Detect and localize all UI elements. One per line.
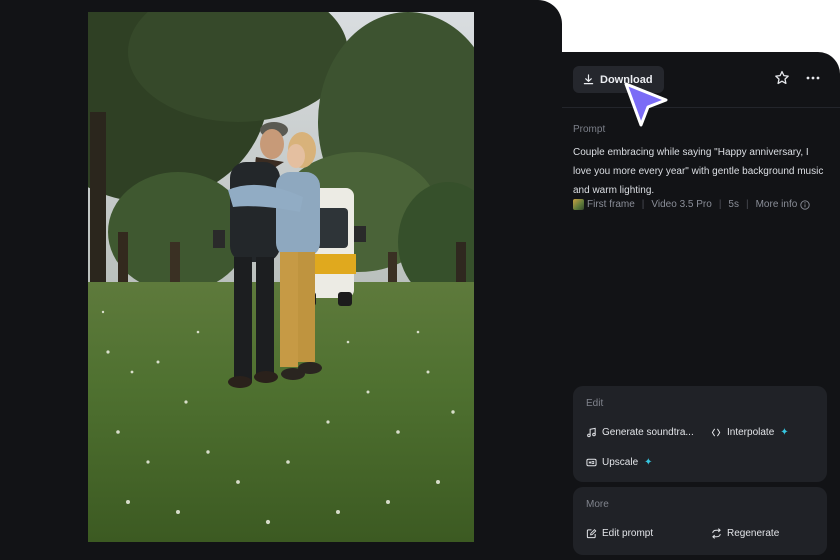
more-section: More Edit prompt Regenerate xyxy=(573,487,827,555)
more-section-title: More xyxy=(586,499,609,510)
generate-soundtrack-button[interactable]: Generate soundtra... xyxy=(586,427,694,438)
edit-section-title: Edit xyxy=(586,398,604,409)
regenerate-label: Regenerate xyxy=(727,528,780,539)
sparkle-icon: ✦ xyxy=(644,457,653,468)
edit-section: Edit Generate soundtra... Interpolate ✦ … xyxy=(573,386,827,482)
couple-photo xyxy=(88,12,474,542)
duration-label: 5s xyxy=(728,199,739,210)
upscale-button[interactable]: Upscale ✦ xyxy=(586,457,653,468)
interpolate-icon xyxy=(711,428,721,437)
regenerate-icon xyxy=(712,528,721,539)
prompt-text: Couple embracing while saying "Happy ann… xyxy=(573,147,824,196)
sparkle-icon: ✦ xyxy=(780,427,789,438)
interpolate-label: Interpolate xyxy=(727,427,775,438)
cursor-pointer-icon xyxy=(624,82,668,127)
first-frame-thumbnail xyxy=(573,199,584,210)
upscale-icon xyxy=(586,458,597,467)
prompt-label: Prompt xyxy=(573,124,606,135)
generation-meta: First frame | Video 3.5 Pro | 5s | More … xyxy=(573,199,810,210)
edit-prompt-icon xyxy=(586,529,597,539)
first-frame-label[interactable]: First frame xyxy=(587,199,635,210)
generate-soundtrack-label: Generate soundtra... xyxy=(602,427,694,438)
download-icon xyxy=(583,74,594,85)
details-panel: Download Prompt Couple embracing while s… xyxy=(562,52,840,560)
upscale-label: Upscale xyxy=(602,457,639,468)
music-note-icon xyxy=(587,427,596,438)
more-info-link[interactable]: More info xyxy=(756,199,798,210)
interpolate-button[interactable]: Interpolate ✦ xyxy=(711,427,789,438)
model-label: Video 3.5 Pro xyxy=(651,199,712,210)
preview-card xyxy=(0,0,562,560)
toolbar: Download xyxy=(562,52,840,108)
info-icon[interactable] xyxy=(800,199,810,210)
star-icon[interactable] xyxy=(774,70,790,86)
more-icon[interactable] xyxy=(804,70,822,86)
edit-prompt-button[interactable]: Edit prompt xyxy=(586,528,653,539)
generated-image[interactable] xyxy=(88,12,474,542)
edit-prompt-label: Edit prompt xyxy=(602,528,654,539)
regenerate-button[interactable]: Regenerate xyxy=(711,528,779,539)
